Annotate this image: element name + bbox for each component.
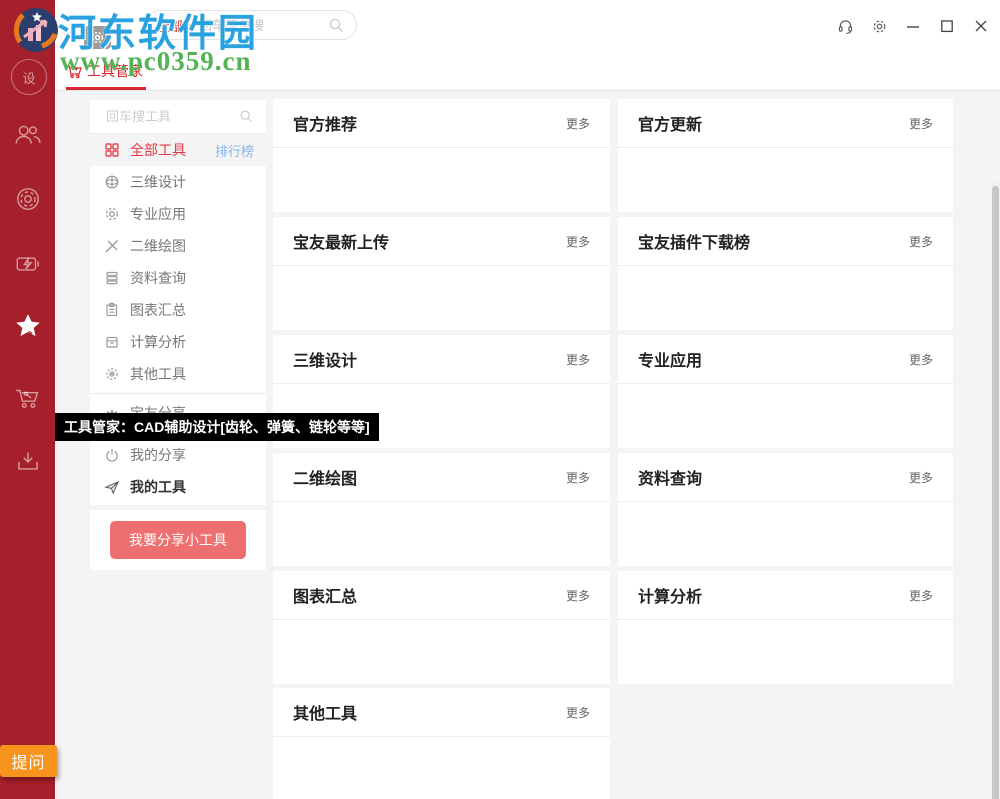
menu-item-my-shares[interactable]: 我的分享 bbox=[90, 439, 266, 471]
card-title: 宝友最新上传 bbox=[293, 235, 390, 252]
stack-icon bbox=[106, 271, 118, 285]
close-icon[interactable] bbox=[972, 17, 990, 35]
menu-item-other-tools[interactable]: 其他工具 bbox=[90, 358, 266, 390]
menu-label: 二维绘图 bbox=[130, 238, 186, 254]
section-card-data-query: 资料查询 更多 bbox=[618, 453, 953, 566]
section-card-professional-apps: 专业应用 更多 bbox=[618, 335, 953, 448]
menu-label: 其他工具 bbox=[130, 366, 186, 382]
search-icon[interactable] bbox=[239, 109, 254, 124]
tooltip: 工具管家：CAD辅助设计[齿轮、弹簧、链轮等等] bbox=[55, 413, 379, 441]
menu-item-3d-design[interactable]: 三维设计 bbox=[90, 166, 266, 198]
gear-outline-icon bbox=[106, 368, 118, 380]
more-link[interactable]: 更多 bbox=[566, 351, 590, 368]
more-link[interactable]: 更多 bbox=[566, 233, 590, 250]
menu-label: 我的分享 bbox=[130, 447, 186, 463]
tool-search-box[interactable] bbox=[90, 100, 266, 134]
share-tool-button[interactable]: 我要分享小工具 bbox=[110, 521, 246, 559]
tool-search-input[interactable] bbox=[104, 108, 239, 125]
scrollbar-thumb[interactable] bbox=[992, 186, 999, 799]
more-link[interactable]: 更多 bbox=[566, 469, 590, 486]
menu-item-data-query[interactable]: 资料查询 bbox=[90, 262, 266, 294]
more-link[interactable]: 更多 bbox=[909, 233, 933, 250]
section-card-latest-uploads: 宝友最新上传 更多 bbox=[273, 217, 610, 330]
menu-item-my-tools[interactable]: 我的工具 bbox=[90, 471, 266, 503]
menu-label: 三维设计 bbox=[130, 174, 186, 190]
calculator-icon bbox=[106, 336, 118, 348]
more-link[interactable]: 更多 bbox=[909, 351, 933, 368]
card-title: 专业应用 bbox=[638, 353, 703, 370]
star-icon[interactable] bbox=[13, 311, 43, 341]
card-title: 资料查询 bbox=[638, 471, 703, 488]
search-icon[interactable] bbox=[328, 17, 345, 34]
section-card-chart-summary: 图表汇总 更多 bbox=[273, 571, 610, 684]
watermark-site-url: www.pc0359.cn bbox=[60, 46, 252, 76]
download-icon[interactable] bbox=[13, 447, 43, 477]
grid-icon bbox=[105, 143, 119, 157]
wheel-icon[interactable] bbox=[13, 184, 43, 214]
users-icon[interactable] bbox=[13, 120, 43, 150]
more-link[interactable]: 更多 bbox=[566, 704, 590, 721]
paper-plane-icon bbox=[104, 480, 120, 495]
card-title: 官方更新 bbox=[638, 117, 703, 134]
card-title: 宝友插件下载榜 bbox=[638, 235, 751, 252]
gear-icon bbox=[105, 207, 119, 221]
menu-label: 专业应用 bbox=[130, 206, 186, 222]
more-link[interactable]: 更多 bbox=[909, 115, 933, 132]
nav-sidebar: 提问 bbox=[0, 0, 57, 799]
clipboard-icon bbox=[106, 302, 118, 317]
menu-label: 全部工具 bbox=[130, 142, 186, 158]
section-card-calc-analysis: 计算分析 更多 bbox=[618, 571, 953, 684]
minimize-icon[interactable] bbox=[904, 17, 922, 35]
power-icon bbox=[106, 449, 118, 462]
cart-wrench-icon[interactable] bbox=[13, 383, 43, 413]
more-link[interactable]: 更多 bbox=[566, 115, 590, 132]
share-tool-card: 我要分享小工具 bbox=[90, 510, 266, 570]
sphere-icon bbox=[105, 175, 119, 189]
card-title: 三维设计 bbox=[293, 353, 358, 370]
ask-question-button[interactable]: 提问 bbox=[0, 745, 57, 777]
support-headset-icon[interactable] bbox=[836, 17, 854, 35]
card-title: 二维绘图 bbox=[293, 471, 358, 488]
design-seal-icon: 设 bbox=[11, 59, 47, 95]
maximize-icon[interactable] bbox=[938, 17, 956, 35]
menu-item-calc-analysis[interactable]: 计算分析 bbox=[90, 326, 266, 358]
pc0359-logo-icon bbox=[13, 8, 58, 52]
menu-item-all-tools[interactable]: 全部工具 排行榜 bbox=[90, 134, 266, 166]
section-card-official-updates: 官方更新 更多 bbox=[618, 99, 953, 212]
menu-label: 计算分析 bbox=[130, 334, 186, 350]
menu-divider bbox=[90, 393, 266, 394]
menu-item-professional-apps[interactable]: 专业应用 bbox=[90, 198, 266, 230]
scrollbar-track bbox=[991, 182, 1000, 799]
menu-label: 我的工具 bbox=[130, 479, 186, 495]
section-card-plugin-ranking: 宝友插件下载榜 更多 bbox=[618, 217, 953, 330]
tab-active-underline bbox=[66, 87, 146, 90]
card-title: 官方推荐 bbox=[293, 117, 358, 134]
settings-gear-icon[interactable] bbox=[870, 17, 888, 35]
menu-item-chart-summary[interactable]: 图表汇总 bbox=[90, 294, 266, 326]
ranking-link[interactable]: 排行榜 bbox=[215, 141, 254, 160]
more-link[interactable]: 更多 bbox=[566, 587, 590, 604]
section-card-2d-drawing: 二维绘图 更多 bbox=[273, 453, 610, 566]
menu-item-2d-drawing[interactable]: 二维绘图 bbox=[90, 230, 266, 262]
battery-bolt-icon[interactable] bbox=[13, 249, 43, 279]
more-link[interactable]: 更多 bbox=[909, 469, 933, 486]
section-card-other-tools: 其他工具 更多 bbox=[273, 688, 610, 799]
menu-label: 资料查询 bbox=[130, 270, 186, 286]
card-title: 计算分析 bbox=[638, 589, 703, 606]
pencil-ruler-icon bbox=[105, 240, 118, 253]
more-link[interactable]: 更多 bbox=[909, 587, 933, 604]
card-title: 图表汇总 bbox=[293, 589, 358, 606]
menu-label: 图表汇总 bbox=[130, 302, 186, 318]
tool-category-panel: 全部工具 排行榜 三维设计 专业应用 二维绘图 bbox=[90, 100, 266, 505]
content-area: 全部工具 排行榜 三维设计 专业应用 二维绘图 bbox=[55, 91, 1000, 799]
app-window: 提问 设 河东软件园 www.pc0359.cn 全部 回车简单搜 工具管家 回… bbox=[0, 0, 1000, 799]
section-card-official-recommend: 官方推荐 更多 bbox=[273, 99, 610, 212]
card-title: 其他工具 bbox=[293, 706, 358, 723]
